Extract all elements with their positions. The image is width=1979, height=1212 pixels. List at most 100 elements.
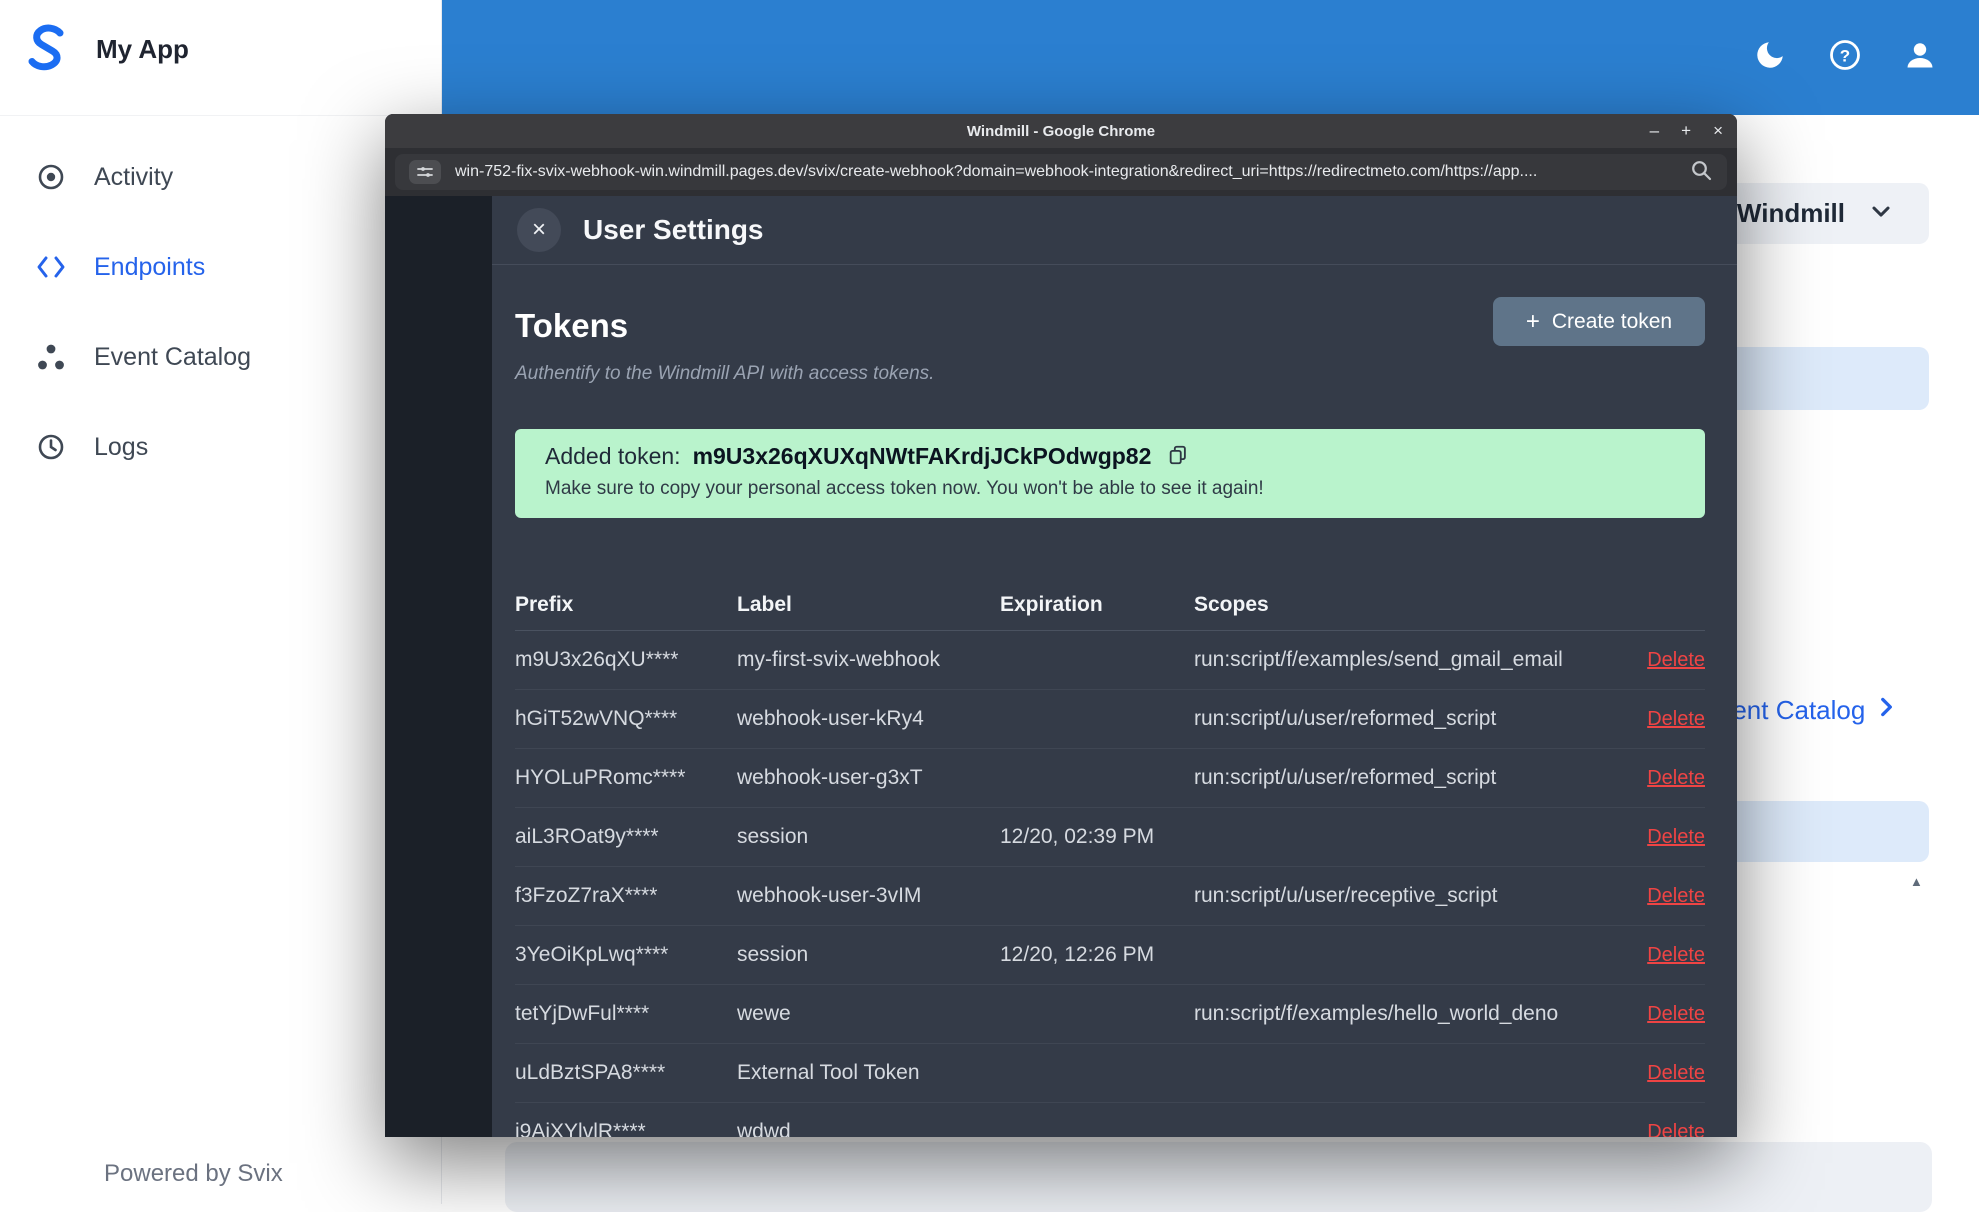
drawer-header: × User Settings [492,196,1737,265]
token-value: m9U3x26qXUXqNWtFAKrdjJCkPOdwgp82 [692,443,1152,469]
delete-token-link[interactable]: Delete [1647,1003,1705,1025]
delete-token-link[interactable]: Delete [1647,944,1705,966]
top-bar: ? [442,0,1979,115]
help-button[interactable]: ? [1827,37,1863,78]
delete-token-link[interactable]: Delete [1647,1121,1705,1137]
delete-token-link[interactable]: Delete [1647,1062,1705,1084]
zoom-magnifier-icon[interactable] [1689,158,1713,187]
token-label: webhook-user-3vIM [737,884,922,907]
table-row: m9U3x26qXU**** my-first-svix-webhook run… [515,631,1705,690]
overlay-dimmed-page [385,196,492,1137]
create-token-button[interactable]: + Create token [1493,297,1705,346]
col-header-scopes: Scopes [1194,593,1269,616]
sidebar-item-label: Logs [94,432,149,461]
scrollbar-up-arrow[interactable]: ▲ [1910,874,1923,889]
sidebar: My App Activity Endpoints Event Catalog … [0,0,442,1204]
token-scopes: run:script/u/user/reformed_script [1194,707,1497,730]
token-label: session [737,825,809,848]
user-settings-drawer: × User Settings Tokens + Create token Au… [492,196,1737,1137]
token-scopes: run:script/u/user/receptive_script [1194,884,1498,907]
question-mark-icon: ? [1827,37,1863,78]
plus-icon: + [1525,307,1540,335]
browser-toolbar: win-752-fix-svix-webhook-win.windmill.pa… [385,148,1737,196]
token-prefix: tetYjDwFul**** [515,1002,650,1025]
sidebar-item-logs[interactable]: Logs [0,402,441,492]
table-row: uLdBztSPA8**** External Tool Token Delet… [515,1044,1705,1103]
svg-text:?: ? [1840,47,1850,66]
moon-icon [1753,38,1787,77]
delete-token-link[interactable]: Delete [1647,767,1705,789]
token-prefix: hGiT52wVNQ**** [515,707,678,730]
sidebar-item-endpoints[interactable]: Endpoints [0,222,441,312]
sidebar-item-label: Endpoints [94,252,206,281]
user-menu-button[interactable] [1903,38,1937,77]
catalog-dots-icon [34,342,68,372]
alert-note: Make sure to copy your personal access t… [545,478,1264,499]
token-label: webhook-user-g3xT [737,766,923,789]
browser-window: Windmill - Google Chrome – + × win-752-f… [385,114,1737,1137]
drawer-title: User Settings [583,214,764,245]
delete-token-link[interactable]: Delete [1647,649,1705,671]
powered-by-svix: Powered by Svix [104,1160,283,1187]
sidebar-item-activity[interactable]: Activity [0,132,441,222]
table-row: HYOLuPRomc**** webhook-user-g3xT run:scr… [515,749,1705,808]
clipboard-icon [1167,443,1189,470]
delete-token-link[interactable]: Delete [1647,885,1705,907]
token-label: session [737,943,809,966]
workspace-select-value: Windmill [1736,198,1845,228]
col-header-prefix: Prefix [515,593,574,616]
token-label: External Tool Token [737,1061,920,1084]
sidebar-item-label: Event Catalog [94,342,252,371]
col-header-label: Label [737,593,792,616]
token-scopes: run:script/f/examples/hello_world_deno [1194,1002,1559,1025]
token-prefix: 3YeOiKpLwq**** [515,943,669,966]
token-expiration: 12/20, 12:26 PM [1000,943,1155,966]
tokens-subtitle: Authentify to the Windmill API with acce… [515,363,935,384]
window-titlebar[interactable]: Windmill - Google Chrome – + × [385,114,1737,148]
page-panel [505,1142,1932,1212]
token-prefix: m9U3x26qXU**** [515,648,679,671]
token-prefix: aiL3ROat9y**** [515,825,659,848]
site-settings-icon[interactable] [409,160,441,184]
token-prefix: f3FzoZ7raX**** [515,884,658,907]
app-name: My App [96,34,189,64]
token-label: wewe [737,1002,791,1025]
dark-mode-toggle[interactable] [1753,38,1787,77]
create-token-label: Create token [1551,309,1673,333]
person-icon [1903,38,1937,77]
added-token-alert: Added token: m9U3x26qXUXqNWtFAKrdjJCkPOd… [515,429,1705,518]
token-label: wdwd [737,1120,791,1137]
address-bar[interactable]: win-752-fix-svix-webhook-win.windmill.pa… [395,154,1727,190]
app-logo-row: My App [18,18,189,81]
chevron-right-icon [1873,694,1899,727]
token-label: webhook-user-kRy4 [737,707,924,730]
close-window-button[interactable]: × [1713,121,1723,141]
tokens-heading: Tokens [515,307,629,344]
table-row: 3YeOiKpLwq**** session 12/20, 12:26 PM D… [515,926,1705,985]
table-row: aiL3ROat9y**** session 12/20, 02:39 PM D… [515,808,1705,867]
close-drawer-button[interactable]: × [517,208,561,252]
table-row: tetYjDwFul**** wewe run:script/f/example… [515,985,1705,1044]
table-row: f3FzoZ7raX**** webhook-user-3vIM run:scr… [515,867,1705,926]
table-header-row: Prefix Label Expiration Scopes [515,580,1705,631]
sidebar-item-label: Activity [94,162,174,191]
delete-token-link[interactable]: Delete [1647,826,1705,848]
window-title: Windmill - Google Chrome [966,122,1156,140]
copy-token-button[interactable] [1167,443,1189,470]
delete-token-link[interactable]: Delete [1647,708,1705,730]
token-scopes: run:script/f/examples/send_gmail_email [1194,648,1563,671]
chevron-down-icon [1867,197,1895,230]
token-prefix: HYOLuPRomc**** [515,766,686,789]
maximize-button[interactable]: + [1681,121,1691,141]
url-text: win-752-fix-svix-webhook-win.windmill.pa… [455,163,1538,180]
token-scopes: run:script/u/user/reformed_script [1194,766,1497,789]
code-brackets-icon [34,254,68,280]
svix-logo-icon [18,18,76,81]
token-expiration: 12/20, 02:39 PM [1000,825,1155,848]
activity-icon [34,162,68,192]
table-row: hGiT52wVNQ**** webhook-user-kRy4 run:scr… [515,690,1705,749]
token-prefix: uLdBztSPA8**** [515,1061,666,1084]
sidebar-item-event-catalog[interactable]: Event Catalog [0,312,441,402]
token-label: my-first-svix-webhook [737,648,941,671]
minimize-button[interactable]: – [1650,121,1659,141]
